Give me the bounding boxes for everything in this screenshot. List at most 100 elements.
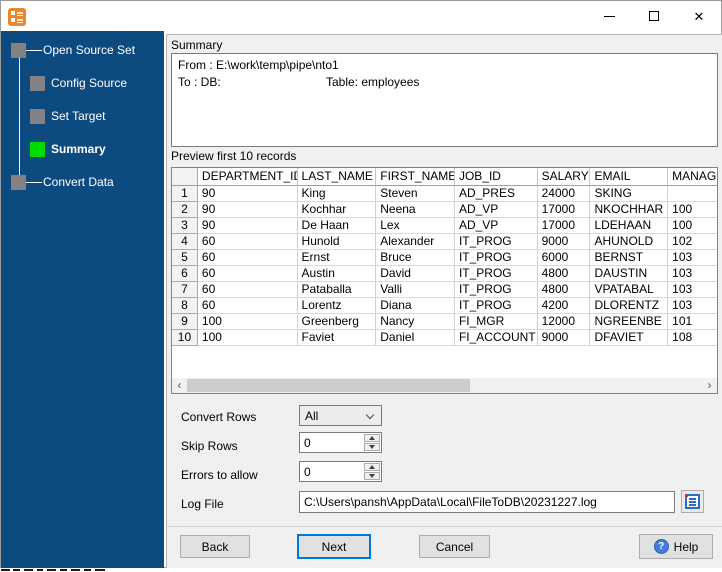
convert-rows-select[interactable]: All xyxy=(299,405,382,426)
table-row[interactable]: 1 90 King Steven AD_PRES 24000 SKING xyxy=(172,186,717,202)
step-marker-summary-active xyxy=(30,142,45,157)
column-header[interactable]: EMAIL xyxy=(590,168,669,186)
minimize-button[interactable] xyxy=(592,1,626,31)
screen: ✕ Open Source Set Config Source Set Targ… xyxy=(0,0,722,572)
table-cell: IT_PROG xyxy=(454,234,538,250)
table-cell: IT_PROG xyxy=(454,298,538,314)
table-cell: 12000 xyxy=(537,314,591,330)
step-marker-config-source xyxy=(30,76,45,91)
column-header[interactable]: SALARY xyxy=(537,168,591,186)
row-number-cell: 5 xyxy=(172,250,198,266)
table-cell: 9000 xyxy=(537,234,591,250)
table-row[interactable]: 6 60 Austin David IT_PROG 4800 DAUSTIN 103 xyxy=(172,266,717,282)
table-cell: BERNST xyxy=(590,250,669,266)
wizard-window: ✕ Open Source Set Config Source Set Targ… xyxy=(0,0,722,568)
table-row[interactable]: 8 60 Lorentz Diana IT_PROG 4200 DLORENTZ 103 xyxy=(172,298,717,314)
table-cell: VPATABAL xyxy=(590,282,669,298)
help-button[interactable]: ? Help xyxy=(639,534,713,559)
preview-body: 1 90 King Steven AD_PRES 24000 SKING 2 90 Kochhar… xyxy=(172,186,717,346)
table-cell: 17000 xyxy=(537,202,591,218)
table-cell: Neena xyxy=(376,202,455,218)
table-cell: Greenberg xyxy=(297,314,377,330)
table-cell: AD_VP xyxy=(454,218,538,234)
table-cell: Alexander xyxy=(376,234,455,250)
column-header[interactable]: JOB_ID xyxy=(454,168,538,186)
table-cell: AHUNOLD xyxy=(590,234,669,250)
scroll-right-icon[interactable]: › xyxy=(702,378,717,393)
log-file-label: Log File xyxy=(181,497,224,511)
table-cell: 90 xyxy=(197,218,298,234)
column-header[interactable]: LAST_NAME xyxy=(297,168,377,186)
column-header[interactable]: DEPARTMENT_ID xyxy=(197,168,298,186)
skip-rows-increment-button[interactable] xyxy=(364,434,380,442)
step-marker-open-source-set xyxy=(11,43,26,58)
scrollbar-thumb[interactable] xyxy=(187,379,470,392)
table-cell: 6000 xyxy=(537,250,591,266)
table-row[interactable]: 5 60 Ernst Bruce IT_PROG 6000 BERNST 103 xyxy=(172,250,717,266)
table-cell: IT_PROG xyxy=(454,250,538,266)
log-file-input[interactable]: C:\Users\pansh\AppData\Local\FileToDB\20… xyxy=(299,491,675,513)
table-cell: DLORENTZ xyxy=(590,298,669,314)
app-icon xyxy=(8,8,26,26)
table-row[interactable]: 10 100 Faviet Daniel FI_ACCOUNT 9000 DFAVIET 10… xyxy=(172,330,717,346)
errors-decrement-button[interactable] xyxy=(364,472,380,480)
sidebar-item-convert-data: Convert Data xyxy=(43,175,114,189)
table-row[interactable]: 7 60 Pataballa Valli IT_PROG 4800 VPATABAL 103 xyxy=(172,282,717,298)
table-cell: 103 xyxy=(668,266,717,282)
table-cell: 60 xyxy=(197,250,298,266)
row-number-cell: 3 xyxy=(172,218,198,234)
arrow-down-icon xyxy=(369,445,375,449)
row-number-cell: 8 xyxy=(172,298,198,314)
table-cell: De Haan xyxy=(297,218,377,234)
view-log-button[interactable] xyxy=(681,490,704,513)
next-button[interactable]: Next xyxy=(297,534,371,559)
table-cell: NKOCHHAR xyxy=(590,202,669,218)
table-cell: LDEHAAN xyxy=(590,218,669,234)
desktop-strip xyxy=(0,568,722,572)
skip-rows-stepper[interactable]: 0 xyxy=(299,432,382,453)
table-cell: 4200 xyxy=(537,298,591,314)
table-cell: 4800 xyxy=(537,282,591,298)
summary-to-prefix: To : DB: xyxy=(178,75,221,89)
table-cell: 103 xyxy=(668,282,717,298)
document-icon xyxy=(685,494,700,509)
back-button[interactable]: Back xyxy=(180,535,250,558)
close-button[interactable]: ✕ xyxy=(682,1,716,31)
table-cell: 100 xyxy=(668,218,717,234)
table-row[interactable]: 2 90 Kochhar Neena AD_VP 17000 NKOCHHAR 100 xyxy=(172,202,717,218)
table-cell: Hunold xyxy=(297,234,377,250)
help-question-icon: ? xyxy=(653,539,669,554)
table-row[interactable]: 9 100 Greenberg Nancy FI_MGR 12000 NGREENBE 101 xyxy=(172,314,717,330)
errors-increment-button[interactable] xyxy=(364,463,380,471)
table-cell: SKING xyxy=(590,186,669,202)
step-marker-convert-data xyxy=(11,175,26,190)
skip-rows-decrement-button[interactable] xyxy=(364,443,380,451)
cancel-button[interactable]: Cancel xyxy=(419,535,490,558)
column-header[interactable]: FIRST_NAME xyxy=(376,168,455,186)
row-number-cell: 10 xyxy=(172,330,198,346)
table-cell: IT_PROG xyxy=(454,266,538,282)
table-row[interactable]: 4 60 Hunold Alexander IT_PROG 9000 AHUNOLD 102 xyxy=(172,234,717,250)
table-cell: 4800 xyxy=(537,266,591,282)
close-icon: ✕ xyxy=(693,8,705,24)
summary-to-table: Table: employees xyxy=(326,75,420,89)
maximize-button[interactable] xyxy=(637,1,671,31)
help-button-label: Help xyxy=(673,539,699,554)
table-cell: 60 xyxy=(197,234,298,250)
horizontal-scrollbar[interactable]: ‹ › xyxy=(172,378,717,393)
table-cell: Valli xyxy=(376,282,455,298)
table-cell: Lex xyxy=(376,218,455,234)
table-row[interactable]: 3 90 De Haan Lex AD_VP 17000 LDEHAAN 100 xyxy=(172,218,717,234)
errors-to-allow-value: 0 xyxy=(304,465,311,479)
title-bar[interactable]: ✕ xyxy=(1,1,721,31)
table-cell: 24000 xyxy=(537,186,591,202)
step-connector-line xyxy=(26,182,42,183)
scroll-left-icon[interactable]: ‹ xyxy=(172,378,187,393)
table-cell: Bruce xyxy=(376,250,455,266)
column-header[interactable] xyxy=(172,168,198,186)
errors-to-allow-stepper[interactable]: 0 xyxy=(299,461,382,482)
maximize-icon xyxy=(649,11,659,21)
column-header[interactable]: MANAG xyxy=(668,168,717,186)
summary-text-box: From : E:\work\temp\pipe\nto1 To : DB: T… xyxy=(171,53,718,147)
table-cell: Faviet xyxy=(297,330,377,346)
